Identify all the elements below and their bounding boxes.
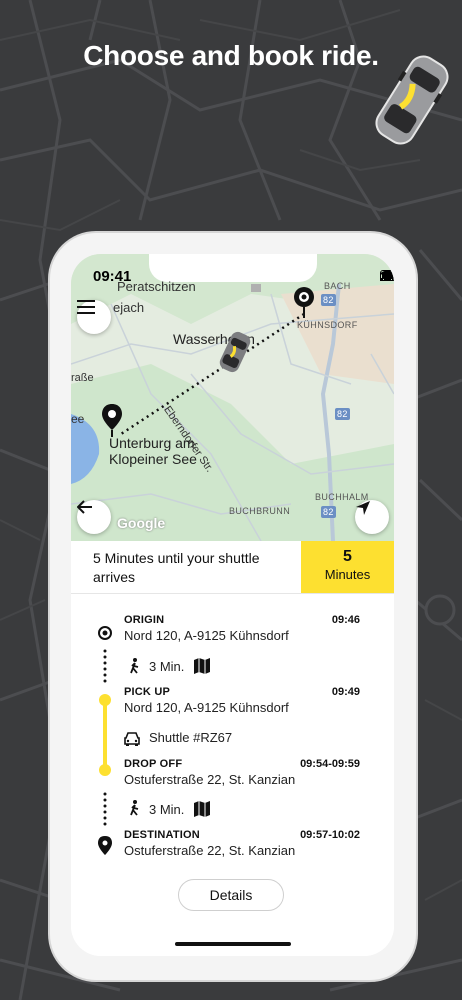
origin-pin-icon[interactable]	[293, 286, 315, 320]
map-label-buchbrunn: BUCHBRUNN	[229, 506, 291, 516]
arrival-minutes-unit: Minutes	[324, 567, 371, 582]
route-82-shield: 82	[321, 294, 336, 306]
taxi-car-icon	[375, 55, 449, 145]
details-button[interactable]: Details	[178, 879, 284, 911]
arrival-minutes-value: 5	[343, 548, 352, 565]
origin-address: Nord 120, A-9125 Kühnsdorf	[124, 628, 289, 643]
back-button[interactable]	[77, 500, 111, 534]
map-icon[interactable]	[193, 800, 211, 818]
walking-icon	[130, 658, 139, 674]
walk-duration-2: 3 Min.	[149, 802, 185, 817]
route-82-shield: 82	[335, 408, 350, 420]
map-label-peratschitzen: Peratschitzen	[117, 279, 196, 294]
origin-title: ORIGIN	[124, 614, 165, 626]
menu-button[interactable]	[77, 300, 111, 334]
trip-timeline	[98, 626, 112, 855]
dropoff-address: Ostuferstraße 22, St. Kanzian	[124, 772, 296, 787]
map-icon[interactable]	[193, 657, 211, 675]
phone-screen: 09:41 Peratschitzen ejach BACH Wasserhof…	[71, 254, 394, 956]
walking-icon	[130, 800, 139, 816]
shuttle-car-icon	[219, 331, 251, 373]
arrow-left-icon	[77, 500, 92, 514]
map-label-kuhnsdorf: KÜHNSDORF	[297, 320, 358, 330]
locate-me-button[interactable]	[355, 500, 389, 534]
pickup-time: 09:49	[331, 686, 360, 698]
origin-time: 09:46	[331, 614, 360, 626]
car-icon	[124, 732, 140, 746]
map-label-strasse: raße	[71, 372, 94, 384]
phone-notch	[149, 254, 317, 282]
dropoff-title: DROP OFF	[124, 758, 183, 770]
destination-title: DESTINATION	[124, 829, 200, 841]
map-label-jach: ejach	[113, 300, 145, 315]
map-label-unterburg-line2: Klopeiner See	[109, 451, 197, 467]
google-logo: Google	[117, 515, 166, 531]
hamburger-icon	[77, 300, 95, 314]
walk-duration-1: 3 Min.	[149, 659, 185, 674]
dropoff-time: 09:54-09:59	[300, 758, 360, 770]
destination-time: 09:57-10:02	[300, 829, 360, 841]
route-82-shield: 82	[321, 506, 336, 518]
arrival-message: 5 Minutes until your shuttle arrives	[93, 550, 260, 585]
navigation-arrow-icon	[356, 501, 370, 515]
destination-address: Ostuferstraße 22, St. Kanzian	[124, 843, 296, 858]
battery-icon	[380, 270, 394, 281]
pickup-title: PICK UP	[124, 686, 171, 698]
destination-pin-icon[interactable]	[102, 404, 122, 438]
arrival-badge: 5 Minutes	[301, 541, 394, 593]
shuttle-id: Shuttle #RZ67	[149, 730, 233, 745]
map-label-bach: BACH	[324, 281, 351, 291]
arrival-banner: 5 Minutes until your shuttle arrives 5 M…	[71, 541, 394, 593]
trip-details-panel: ORIGIN 09:46 Nord 120, A-9125 Kühnsdorf …	[71, 593, 394, 956]
pickup-address: Nord 120, A-9125 Kühnsdorf	[124, 700, 289, 715]
home-indicator	[175, 942, 291, 946]
map-label-see-partial: ee	[71, 412, 85, 426]
route-map[interactable]: 09:41 Peratschitzen ejach BACH Wasserhof…	[71, 254, 394, 541]
